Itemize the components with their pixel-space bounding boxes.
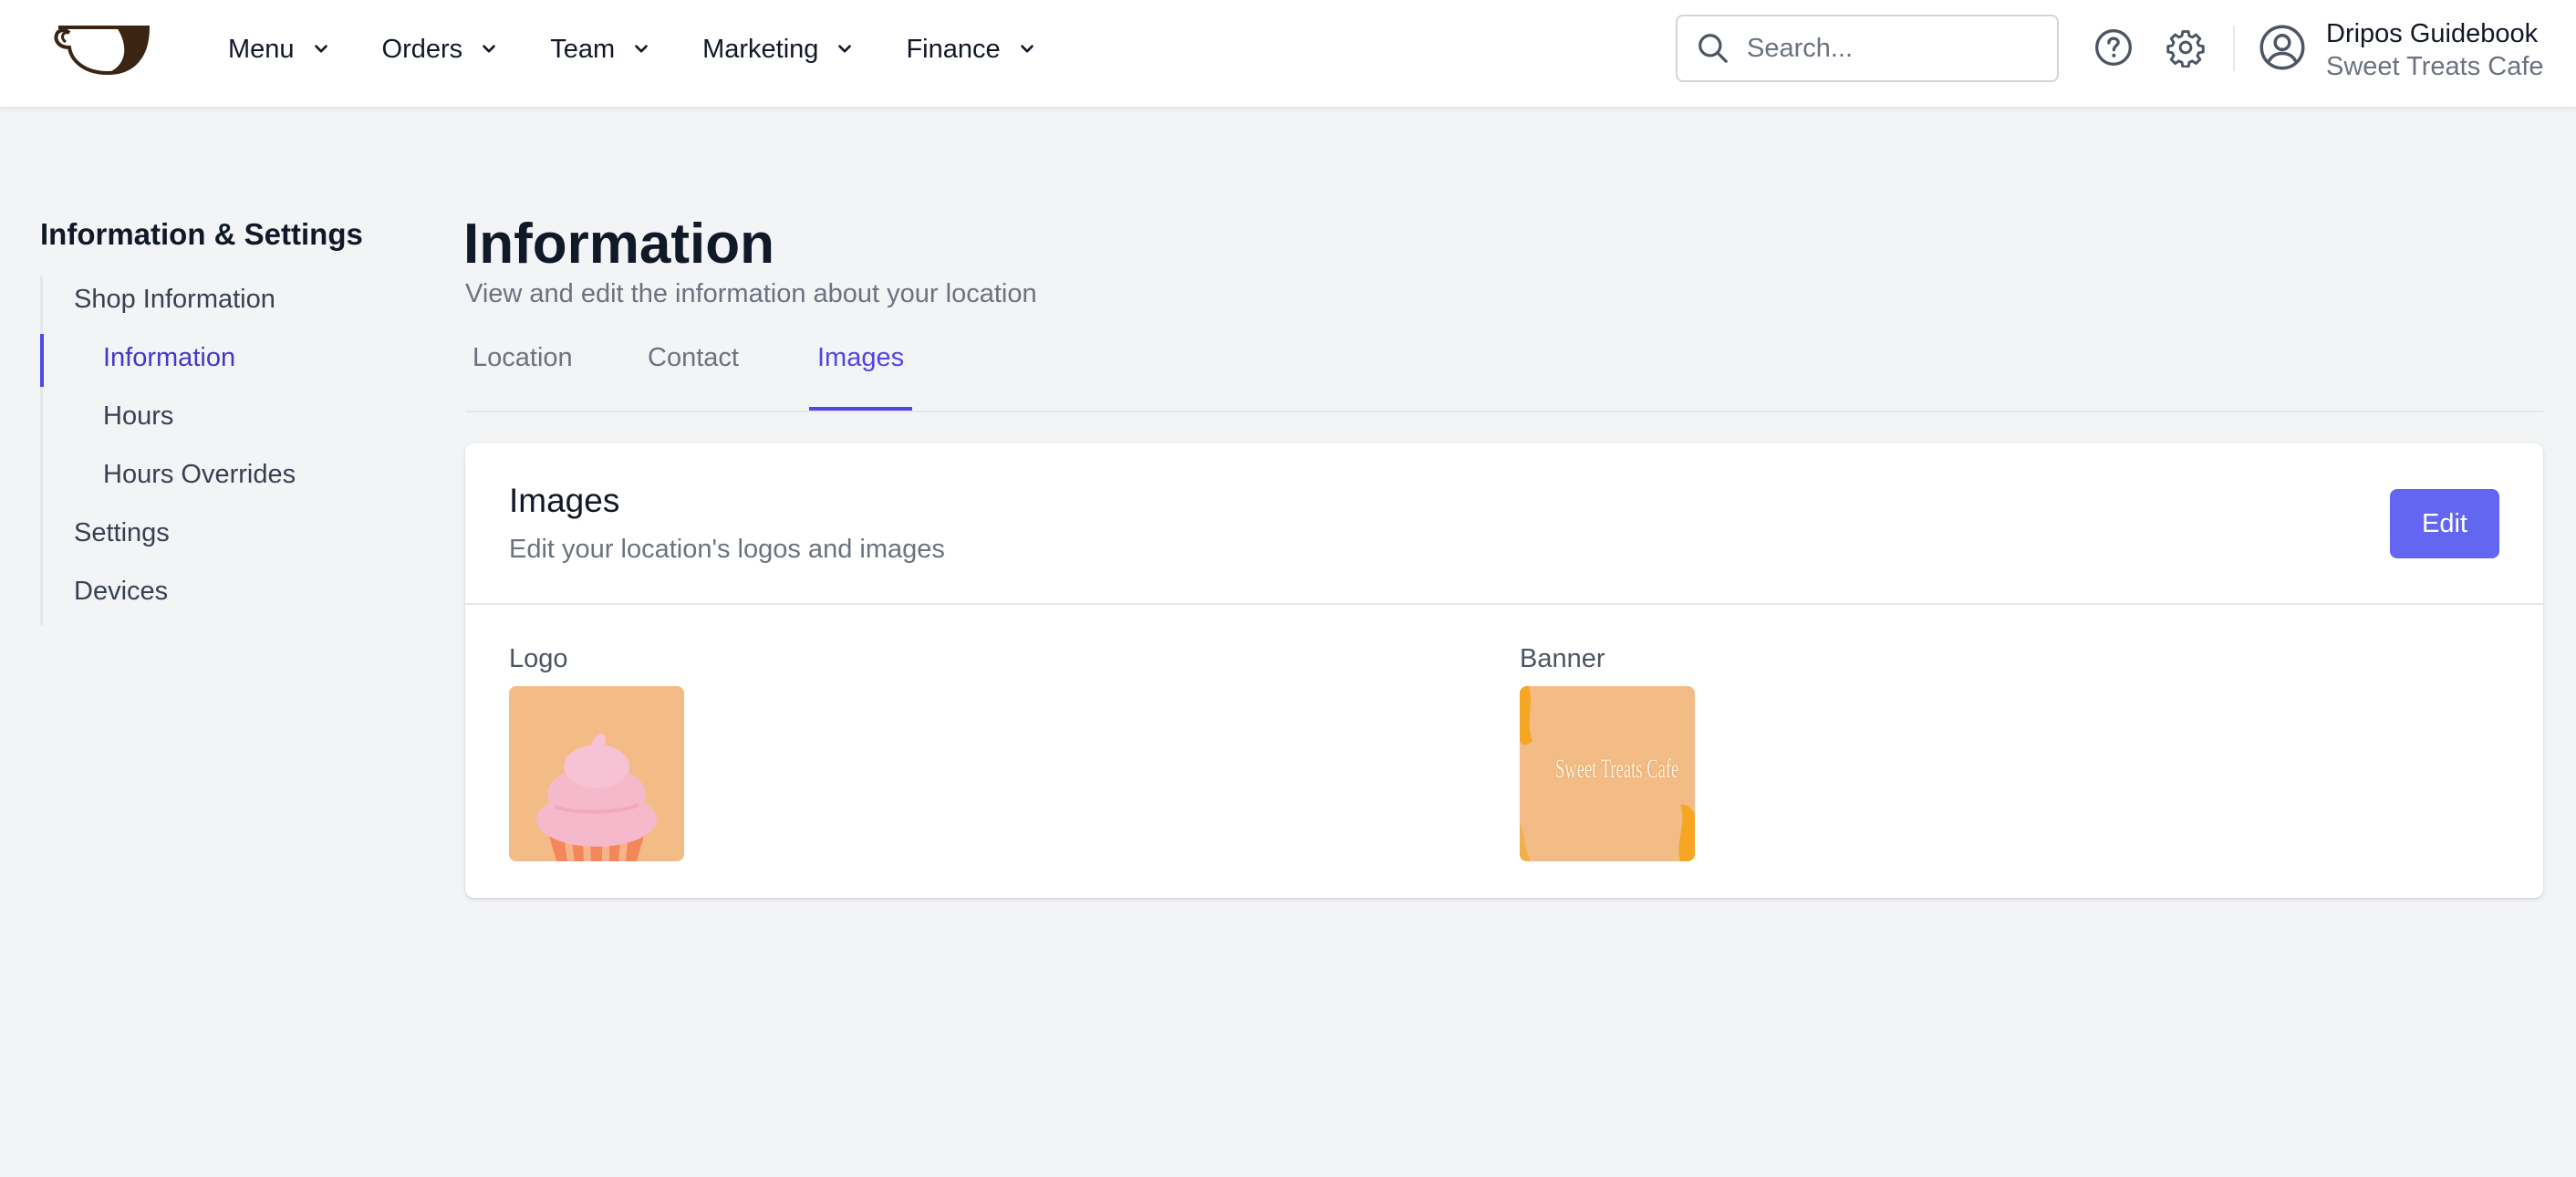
tab-location[interactable]: Location: [473, 343, 573, 373]
search-icon: [1698, 34, 1728, 63]
nav-orders-label: Orders: [381, 34, 463, 64]
sidebar-item-settings[interactable]: Settings: [74, 518, 170, 548]
account-names: Dripos Guidebook Sweet Treats Cafe: [2326, 18, 2544, 84]
top-navbar: Menu Orders Team Marketing Finance Searc…: [0, 0, 2576, 109]
coffee-cup-logo-icon[interactable]: [53, 20, 153, 75]
account-menu[interactable]: Dripos Guidebook Sweet Treats Cafe: [2259, 18, 2544, 84]
images-card: Images Edit your location's logos and im…: [465, 443, 2543, 898]
tab-images[interactable]: Images: [817, 343, 904, 373]
chevron-down-icon: [483, 45, 496, 53]
nav-team[interactable]: Team: [550, 35, 651, 65]
sidebar-item-hours[interactable]: Hours: [103, 401, 173, 432]
sidebar-item-hours-overrides[interactable]: Hours Overrides: [103, 460, 296, 490]
search-box[interactable]: [1676, 15, 2059, 82]
sidebar-item-shop-information[interactable]: Shop Information: [74, 285, 275, 315]
search-input[interactable]: [1747, 33, 2048, 64]
gear-icon[interactable]: [2166, 27, 2206, 68]
chevron-down-icon: [838, 45, 852, 53]
nav-orders[interactable]: Orders: [382, 35, 500, 65]
banner-label: Banner: [1520, 644, 1605, 673]
page-title: Information: [463, 213, 774, 276]
nav-team-label: Team: [550, 34, 616, 64]
topbar-divider: [2233, 26, 2235, 71]
main-nav: Menu Orders Team Marketing Finance: [228, 0, 1088, 99]
chevron-down-icon: [635, 45, 648, 53]
question-circle-icon[interactable]: [2093, 27, 2134, 68]
tab-active-underline: [809, 407, 912, 411]
banner-text: Sweet Treats Cafe: [1554, 754, 1679, 784]
edit-button[interactable]: Edit: [2390, 489, 2499, 558]
account-location: Sweet Treats Cafe: [2326, 52, 2544, 81]
user-circle-icon: [2259, 25, 2305, 70]
nav-marketing-label: Marketing: [702, 34, 819, 64]
sidebar-title: Information & Settings: [40, 217, 363, 251]
banner-image[interactable]: Sweet Treats Cafe: [1520, 686, 1695, 861]
sidebar-active-indicator: [40, 334, 44, 387]
sidebar-nav: Shop Information Information Hours Hours…: [40, 276, 387, 626]
logo-label: Logo: [509, 644, 568, 673]
card-title: Images: [509, 482, 620, 519]
nav-menu[interactable]: Menu: [228, 35, 331, 65]
nav-finance[interactable]: Finance: [906, 35, 1036, 65]
account-name: Dripos Guidebook: [2326, 19, 2539, 48]
nav-finance-label: Finance: [906, 34, 1001, 64]
sidebar-item-information[interactable]: Information: [103, 343, 235, 373]
chevron-down-icon: [314, 45, 327, 53]
page-subtitle: View and edit the information about your…: [465, 279, 1037, 308]
card-description: Edit your location's logos and images: [509, 535, 945, 564]
tab-contact[interactable]: Contact: [648, 343, 739, 373]
sidebar-item-devices[interactable]: Devices: [74, 577, 168, 607]
chevron-down-icon: [1020, 45, 1034, 53]
cupcake-icon: [509, 686, 684, 861]
card-header: Images Edit your location's logos and im…: [465, 443, 2543, 605]
logo-image[interactable]: [509, 686, 684, 861]
tab-bar: Location Contact Images: [465, 339, 2543, 412]
nav-marketing[interactable]: Marketing: [702, 35, 855, 65]
nav-menu-label: Menu: [228, 34, 295, 64]
